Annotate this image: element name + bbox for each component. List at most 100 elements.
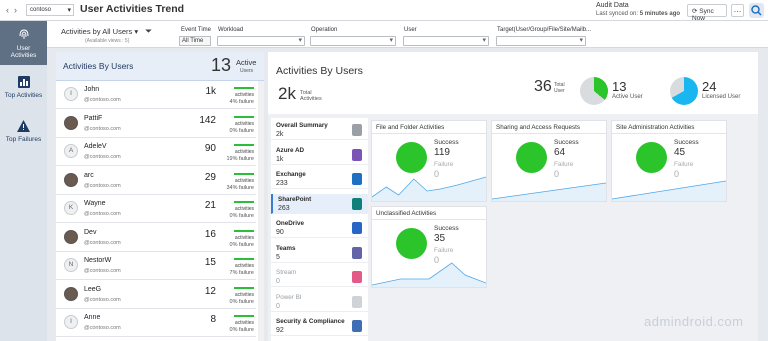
success-indicator xyxy=(396,142,427,173)
tenant-select[interactable]: contoso ▾ xyxy=(26,4,74,16)
workload-select[interactable] xyxy=(217,36,305,46)
search-icon xyxy=(751,5,762,16)
workload-icon xyxy=(352,197,362,210)
user-name: Anne xyxy=(84,314,101,321)
activity-count: 90 xyxy=(204,143,216,154)
user-name: arc xyxy=(84,171,94,179)
user-name: PattiF xyxy=(84,114,103,122)
workload-item[interactable]: Stream 0 xyxy=(271,267,368,287)
activity-count: 29 xyxy=(204,171,216,183)
workload-count: 263 xyxy=(278,204,290,212)
user-row[interactable]: I John @contoso.com 1k activities 4% failure xyxy=(56,81,256,109)
sidebar: User Activities Top Activities Top Failu… xyxy=(0,21,47,341)
workload-item[interactable]: Power BI 0 xyxy=(271,292,368,312)
target-select[interactable] xyxy=(496,36,586,46)
failure-rate: 0% failure xyxy=(229,241,254,248)
target-label: Target(User/Group/File/Site/Mailb... xyxy=(497,27,592,33)
more-options-button[interactable]: … xyxy=(731,4,744,17)
workload-count: 233 xyxy=(276,180,288,187)
users-panel-title: Activities By Users xyxy=(63,61,134,71)
success-indicator xyxy=(516,142,547,173)
card-title: Unclassified Activities xyxy=(376,210,437,217)
activity-count: 16 xyxy=(204,228,216,240)
user-row[interactable]: PattiF @contoso.com 142 activities 0% failur… xyxy=(56,110,256,138)
activity-card[interactable]: Sharing and Access Requests Success 64 Fail… xyxy=(491,120,607,202)
workload-icon xyxy=(352,222,362,234)
main-panel: Activities By Users 2k Total Activities … xyxy=(268,52,758,341)
workload-item[interactable]: Security & Compliance 92 xyxy=(271,316,368,336)
user-row[interactable]: Dev @contoso.com 16 activities 0% failure xyxy=(56,224,256,252)
card-title: Sharing and Access Requests xyxy=(496,124,581,131)
back-icon[interactable]: ‹ xyxy=(6,5,9,15)
activity-card[interactable]: Unclassified Activities Success 35 Failure 0 xyxy=(371,206,487,288)
active-users-label-2: Users xyxy=(240,68,254,74)
workload-icon xyxy=(352,173,362,185)
workload-count: 92 xyxy=(276,327,284,334)
user-email: @contoso.com xyxy=(84,268,121,274)
operation-select[interactable] xyxy=(310,36,396,46)
users-panel: Activities By Users 13 Active Users I Joh… xyxy=(56,52,264,341)
workload-item[interactable]: Exchange 233 xyxy=(271,169,368,189)
card-title: File and Folder Activities xyxy=(376,124,445,131)
scrollbar[interactable] xyxy=(258,81,264,341)
failure-label: Failure xyxy=(434,161,454,168)
event-time-label: Event Time xyxy=(181,27,212,33)
workload-icon xyxy=(352,148,362,161)
user-row[interactable]: I Anne @contoso.com 8 activities 0% failure xyxy=(56,309,256,337)
view-selector[interactable]: Activities by All Users ▾ xyxy=(61,27,138,36)
sidebar-item-user-activities[interactable]: User Activities xyxy=(0,21,47,65)
workload-name: Azure AD xyxy=(276,146,305,154)
sidebar-item-top-activities[interactable]: Top Activities xyxy=(0,65,47,109)
event-time-button[interactable]: All Time xyxy=(179,36,211,46)
divider xyxy=(372,133,486,134)
workload-item[interactable]: SharePoint 263 xyxy=(271,193,368,214)
activity-bar xyxy=(234,87,254,89)
success-indicator xyxy=(396,228,427,259)
user-label: User xyxy=(404,27,417,33)
users-panel-header: Activities By Users 13 Active Users xyxy=(56,52,264,81)
active-users-label-1: Active xyxy=(236,58,257,67)
activity-card[interactable]: Site Administration Activities Success 45 F… xyxy=(611,120,727,202)
user-row[interactable]: A AdeleV @contoso.com 90 activities 19% failu… xyxy=(56,138,256,166)
user-row[interactable]: arc @contoso.com 29 activities 34% failure xyxy=(56,167,256,195)
sync-now-button[interactable]: ⟳ Sync Now xyxy=(687,4,727,22)
forward-icon[interactable]: › xyxy=(14,5,17,15)
watermark: admindroid.com xyxy=(644,314,744,329)
avatar xyxy=(64,286,78,301)
success-count: 45 xyxy=(674,147,686,158)
workload-icon xyxy=(352,124,362,136)
activity-unit: activities xyxy=(234,149,254,155)
activity-card[interactable]: File and Folder Activities Success 119 Fail… xyxy=(371,120,487,202)
activity-bar xyxy=(234,315,254,317)
success-label: Success xyxy=(674,139,699,146)
top-bar: ‹ › contoso ▾ User Activities Trend Audi… xyxy=(0,0,768,22)
user-row[interactable]: LeeG @contoso.com 12 activities 0% failure xyxy=(56,281,256,309)
failure-rate: 0% failure xyxy=(229,327,254,333)
sidebar-item-top-failures[interactable]: Top Failures xyxy=(0,109,47,153)
user-select[interactable] xyxy=(403,36,489,46)
workload-item[interactable]: OneDrive 90 xyxy=(271,218,368,238)
user-row[interactable]: K Wayne @contoso.com 21 activities 0% failure xyxy=(56,195,256,223)
user-name: Dev xyxy=(84,228,97,236)
tenant-value: contoso xyxy=(30,7,52,13)
workload-count: 2k xyxy=(276,131,284,138)
activity-count: 142 xyxy=(199,114,216,126)
filter-icon[interactable]: ⏷ xyxy=(145,26,152,37)
workload-item[interactable]: Azure AD 1k xyxy=(271,145,368,165)
workload-name: Stream xyxy=(276,269,297,276)
workload-item[interactable]: Teams 5 xyxy=(271,243,368,263)
last-synced-value: 5 minutes ago xyxy=(639,11,681,17)
success-label: Success xyxy=(434,139,459,146)
avatar: I xyxy=(64,87,78,101)
user-email: @contoso.com xyxy=(84,154,121,160)
card-title: Site Administration Activities xyxy=(616,124,695,131)
user-row[interactable]: N NestorW @contoso.com 15 activities 7% failu… xyxy=(56,252,256,280)
trend-sparkline xyxy=(372,262,486,287)
activity-unit: activities xyxy=(234,177,254,184)
workload-item[interactable]: Overall Summary 2k xyxy=(271,120,368,140)
activity-bar xyxy=(234,172,254,175)
summary-header: Activities By Users 2k Total Activities … xyxy=(268,52,758,114)
workload-name: Teams xyxy=(276,244,296,252)
avatar: K xyxy=(64,201,78,215)
search-button[interactable] xyxy=(749,3,764,18)
